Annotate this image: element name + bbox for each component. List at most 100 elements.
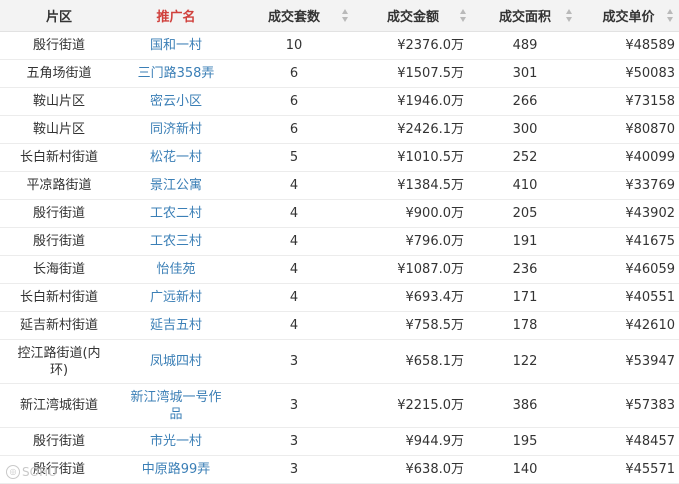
count-cell: 3 [234, 455, 354, 484]
unit-price-cell: ¥40099 [578, 143, 679, 172]
count-cell: 4 [234, 227, 354, 256]
table-row: 鞍山片区 同济新村 6 ¥2426.1万 300 ¥80870 [0, 115, 679, 144]
amount-cell: ¥1010.5万 [354, 143, 472, 172]
size-cell: 140 [472, 455, 578, 484]
count-cell: 4 [234, 255, 354, 284]
size-cell: 195 [472, 427, 578, 456]
table-row: 五角场街道 三门路358弄 6 ¥1507.5万 301 ¥50083 [0, 59, 679, 88]
size-cell: 171 [472, 283, 578, 312]
table-row: 殷行街道 工农二村 4 ¥900.0万 205 ¥43902 [0, 199, 679, 228]
table-row: 殷行街道 市光一村 3 ¥944.9万 195 ¥48457 [0, 427, 679, 456]
size-cell: 178 [472, 311, 578, 340]
community-link[interactable]: 新江湾城一号作品 [118, 383, 234, 428]
community-link[interactable]: 工农三村 [118, 227, 234, 256]
unit-price-cell: ¥53947 [578, 339, 679, 384]
size-cell: 410 [472, 171, 578, 200]
community-link[interactable]: 同济新村 [118, 115, 234, 144]
community-link[interactable]: 工农二村 [118, 199, 234, 228]
size-cell: 266 [472, 87, 578, 116]
table-row: 平凉路街道 景江公寓 4 ¥1384.5万 410 ¥33769 [0, 171, 679, 200]
amount-cell: ¥900.0万 [354, 199, 472, 228]
size-cell: 386 [472, 383, 578, 428]
size-cell: 252 [472, 143, 578, 172]
area-cell: 长海街道 [0, 255, 118, 284]
unit-price-cell: ¥73158 [578, 87, 679, 116]
community-link[interactable]: 三门路358弄 [118, 59, 234, 88]
count-cell: 4 [234, 283, 354, 312]
unit-price-cell: ¥57383 [578, 383, 679, 428]
header-size[interactable]: 成交面积 [472, 0, 578, 32]
community-link[interactable]: 国和一村 [118, 31, 234, 60]
community-link[interactable]: 广远新村 [118, 283, 234, 312]
amount-cell: ¥1087.0万 [354, 255, 472, 284]
sort-icon[interactable] [667, 9, 673, 22]
area-cell: 新江湾城街道 [0, 383, 118, 428]
amount-cell: ¥2426.1万 [354, 115, 472, 144]
area-cell: 殷行街道 [0, 199, 118, 228]
count-cell: 6 [234, 87, 354, 116]
count-cell: 4 [234, 311, 354, 340]
amount-cell: ¥693.4万 [354, 283, 472, 312]
header-area[interactable]: 片区 [0, 0, 118, 32]
count-cell: 3 [234, 339, 354, 384]
watermark: ◎ SOHU [6, 465, 57, 479]
size-cell: 191 [472, 227, 578, 256]
area-cell: 殷行街道 [0, 227, 118, 256]
table-row: 殷行街道 国和一村 10 ¥2376.0万 489 ¥48589 [0, 31, 679, 60]
unit-price-cell: ¥45571 [578, 455, 679, 484]
size-cell: 205 [472, 199, 578, 228]
table-row: 长海街道 怡佳苑 4 ¥1087.0万 236 ¥46059 [0, 255, 679, 284]
community-link[interactable]: 松花一村 [118, 143, 234, 172]
unit-price-cell: ¥46059 [578, 255, 679, 284]
header-community[interactable]: 推广名 [118, 0, 234, 32]
amount-cell: ¥944.9万 [354, 427, 472, 456]
watermark-text: SOHU [22, 465, 57, 479]
amount-cell: ¥1946.0万 [354, 87, 472, 116]
table-row: 控江路街道(内环) 凤城四村 3 ¥658.1万 122 ¥53947 [0, 339, 679, 384]
sort-icon[interactable] [460, 9, 466, 22]
size-cell: 301 [472, 59, 578, 88]
header-amount[interactable]: 成交金额 [354, 0, 472, 32]
unit-price-cell: ¥42610 [578, 311, 679, 340]
community-link[interactable]: 密云小区 [118, 87, 234, 116]
table-row: 鞍山片区 密云小区 6 ¥1946.0万 266 ¥73158 [0, 87, 679, 116]
sort-icon[interactable] [566, 9, 572, 22]
sort-icon[interactable] [342, 9, 348, 22]
area-cell: 殷行街道 [0, 31, 118, 60]
community-link[interactable]: 市光一村 [118, 427, 234, 456]
count-cell: 3 [234, 427, 354, 456]
area-cell: 平凉路街道 [0, 171, 118, 200]
amount-cell: ¥1384.5万 [354, 171, 472, 200]
count-cell: 4 [234, 199, 354, 228]
community-link[interactable]: 怡佳苑 [118, 255, 234, 284]
area-cell: 控江路街道(内环) [0, 339, 118, 384]
camera-icon: ◎ [6, 465, 20, 479]
size-cell: 300 [472, 115, 578, 144]
size-cell: 236 [472, 255, 578, 284]
count-cell: 3 [234, 383, 354, 428]
unit-price-cell: ¥41675 [578, 227, 679, 256]
size-cell: 489 [472, 31, 578, 60]
community-link[interactable]: 中原路99弄 [118, 455, 234, 484]
community-link[interactable]: 延吉五村 [118, 311, 234, 340]
unit-price-cell: ¥48589 [578, 31, 679, 60]
header-unit-price[interactable]: 成交单价 [578, 0, 679, 32]
amount-cell: ¥796.0万 [354, 227, 472, 256]
table-row: 长白新村街道 松花一村 5 ¥1010.5万 252 ¥40099 [0, 143, 679, 172]
community-link[interactable]: 凤城四村 [118, 339, 234, 384]
transaction-table: 片区 推广名 成交套数 成交金额 成交面积 成交单价 殷行街道 国和一村 10 ¥23… [0, 0, 679, 484]
area-cell: 长白新村街道 [0, 143, 118, 172]
header-count[interactable]: 成交套数 [234, 0, 354, 32]
table-row: 殷行街道 中原路99弄 3 ¥638.0万 140 ¥45571 [0, 455, 679, 484]
size-cell: 122 [472, 339, 578, 384]
unit-price-cell: ¥43902 [578, 199, 679, 228]
count-cell: 6 [234, 59, 354, 88]
amount-cell: ¥2215.0万 [354, 383, 472, 428]
table-row: 殷行街道 工农三村 4 ¥796.0万 191 ¥41675 [0, 227, 679, 256]
table-row: 新江湾城街道 新江湾城一号作品 3 ¥2215.0万 386 ¥57383 [0, 383, 679, 428]
unit-price-cell: ¥33769 [578, 171, 679, 200]
area-cell: 鞍山片区 [0, 115, 118, 144]
community-link[interactable]: 景江公寓 [118, 171, 234, 200]
table-body: 殷行街道 国和一村 10 ¥2376.0万 489 ¥48589 五角场街道 三门路358弄… [0, 31, 679, 484]
unit-price-cell: ¥48457 [578, 427, 679, 456]
